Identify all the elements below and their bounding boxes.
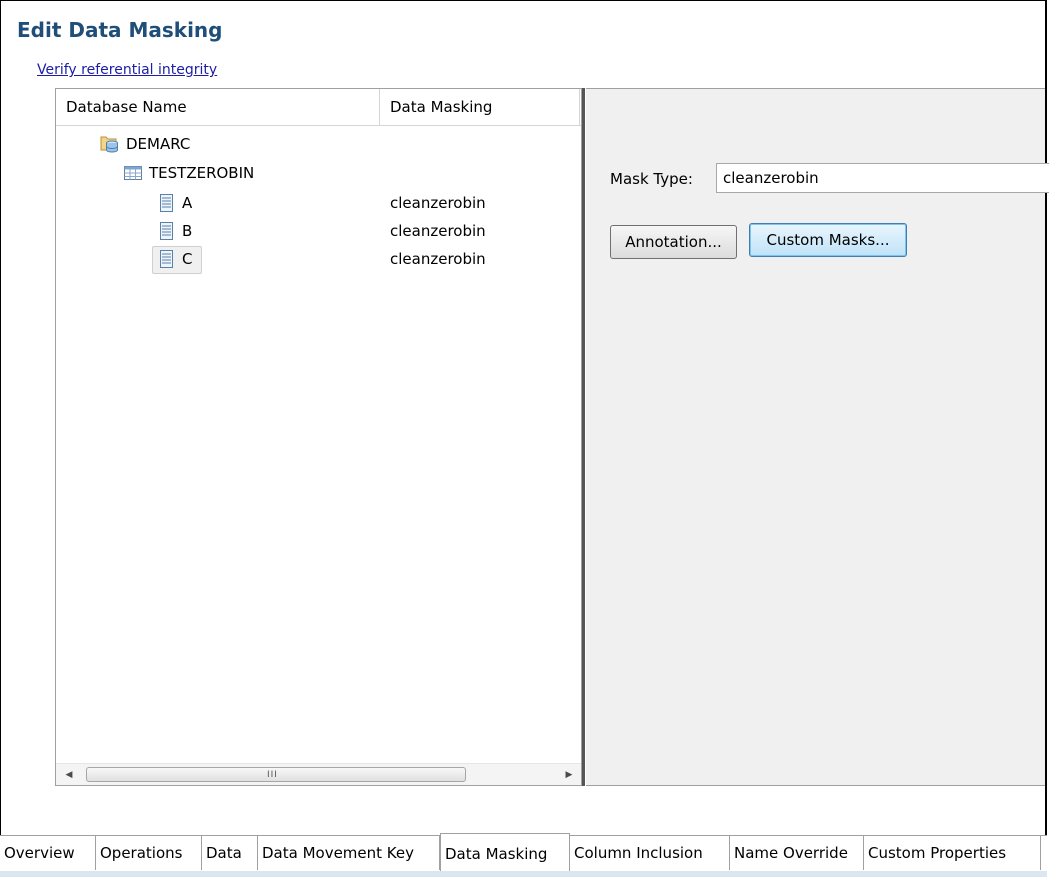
tab-strip-footer bbox=[0, 871, 1047, 877]
tree-row-b[interactable]: B cleanzerobin bbox=[56, 217, 581, 246]
tree-row-testzerobin[interactable]: TESTZEROBIN bbox=[56, 159, 581, 188]
tree-node-label: DEMARC bbox=[126, 135, 191, 153]
mask-type-label: Mask Type: bbox=[610, 170, 693, 188]
tree-node-mask: cleanzerobin bbox=[390, 222, 486, 240]
tab-data-movement-key[interactable]: Data Movement Key bbox=[258, 836, 440, 870]
tree-header: Database Name Data Masking bbox=[56, 89, 581, 126]
verify-referential-integrity-link[interactable]: Verify referential integrity bbox=[37, 62, 217, 78]
editor-tab-strip: Overview Operations Data Data Movement K… bbox=[0, 833, 1047, 872]
tab-data[interactable]: Data bbox=[202, 836, 258, 870]
tab-operations[interactable]: Operations bbox=[96, 836, 202, 870]
tree-row-c[interactable]: C cleanzerobin bbox=[56, 245, 581, 274]
tree-row-demarc[interactable]: DEMARC bbox=[56, 130, 581, 159]
mask-type-select[interactable]: cleanzerobin bbox=[716, 163, 1049, 193]
column-icon bbox=[156, 221, 176, 241]
tab-overview[interactable]: Overview bbox=[0, 836, 96, 870]
scrollbar-grip: III bbox=[267, 770, 278, 780]
table-icon bbox=[123, 163, 143, 183]
annotation-button[interactable]: Annotation... bbox=[610, 225, 737, 259]
scrollbar-thumb[interactable]: III bbox=[86, 767, 466, 782]
tree-node-mask: cleanzerobin bbox=[390, 194, 486, 212]
tab-custom-properties[interactable]: Custom Properties bbox=[864, 836, 1041, 870]
tree-node-label: TESTZEROBIN bbox=[149, 164, 255, 182]
masking-tree-table[interactable]: Database Name Data Masking DEMARC TESTZE… bbox=[55, 88, 582, 786]
pane-splitter[interactable] bbox=[582, 88, 585, 786]
tree-node-label: C bbox=[182, 250, 193, 268]
column-divider[interactable] bbox=[579, 89, 580, 125]
tree-node-label: A bbox=[182, 194, 193, 212]
scroll-right-arrow-icon[interactable]: ▶ bbox=[558, 764, 580, 785]
tree-row-a[interactable]: A cleanzerobin bbox=[56, 189, 581, 218]
column-divider[interactable] bbox=[379, 89, 380, 125]
horizontal-scrollbar[interactable]: ◀ III ▶ bbox=[56, 763, 581, 785]
column-icon bbox=[156, 249, 176, 269]
database-icon bbox=[100, 134, 120, 154]
tab-name-override[interactable]: Name Override bbox=[730, 836, 864, 870]
tab-column-inclusion[interactable]: Column Inclusion bbox=[570, 836, 730, 870]
scroll-left-arrow-icon[interactable]: ◀ bbox=[58, 764, 80, 785]
tab-data-masking[interactable]: Data Masking bbox=[440, 833, 570, 871]
page-title: Edit Data Masking bbox=[17, 18, 223, 42]
masking-properties-panel: Mask Type: cleanzerobin Annotation... Cu… bbox=[586, 88, 1049, 786]
column-icon bbox=[156, 193, 176, 213]
column-header-database-name[interactable]: Database Name bbox=[66, 89, 187, 125]
tree-node-label: B bbox=[182, 222, 193, 240]
column-header-data-masking[interactable]: Data Masking bbox=[390, 89, 492, 125]
custom-masks-button[interactable]: Custom Masks... bbox=[749, 223, 907, 257]
tree-node-mask: cleanzerobin bbox=[390, 250, 486, 268]
